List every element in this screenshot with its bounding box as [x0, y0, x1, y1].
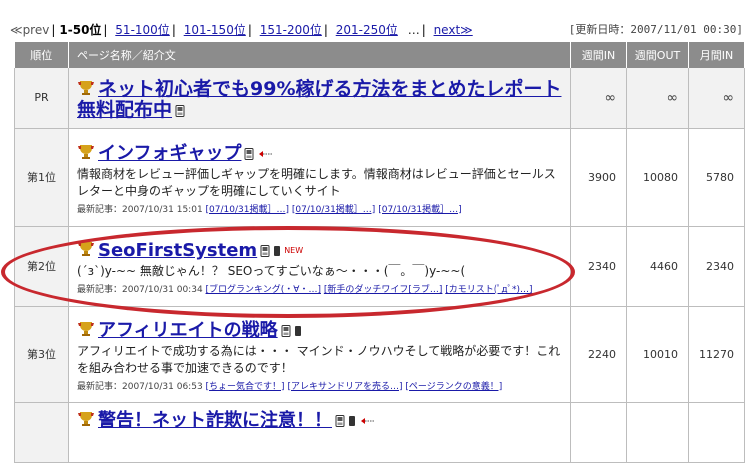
mobile-icon [175, 104, 185, 117]
site-title-link[interactable]: 警告！ネット詐欺に注意！！ [98, 410, 332, 431]
rank-cell: PR [14, 68, 69, 129]
mobile-icon [244, 147, 254, 160]
site-description: 情報商材をレビュー評価しギャップを明確にします。情報商材はレビュー評価とセールス… [77, 166, 556, 198]
page-cell: ネット初心者でも99%稼げる方法をまとめたレポート無料配布中 [68, 68, 571, 129]
site-description: アフィリエイトで成功する為には・・・ マインド・ノウハウそして戦略が必要です！こ… [77, 343, 561, 375]
new-icon: NEW [284, 246, 304, 255]
header-row: 順位 ページ名称／紹介文 週間IN 週間OUT 月間IN [14, 42, 745, 68]
page-cell: インフォギャップ 情報商材をレビュー評価しギャップを明確にします。情報商材はレビ… [68, 128, 571, 227]
site-title-link[interactable]: インフォギャップ [98, 143, 241, 164]
article-link[interactable]: [カモリスト(ﾟдﾟ*)…] [445, 285, 532, 295]
rank-cell: 第3位 [14, 306, 69, 403]
col-page: ページ名称／紹介文 [68, 42, 571, 68]
article-link[interactable]: [07/10/31掲載］…] [378, 205, 461, 215]
weekly-in-cell: ∞ [570, 68, 627, 129]
table-row: 第3位 アフィリエイトの戦略 アフィリエイトで成功する為には・・・ マインド・ノ… [14, 306, 745, 403]
site-title-link[interactable]: SeoFirstSystem [98, 240, 257, 261]
prev-link[interactable]: ≪prev [10, 23, 49, 37]
article-link[interactable]: [07/10/31掲載］…] [206, 205, 289, 215]
weekly-in-cell: 2340 [570, 226, 627, 307]
arrow-icon [361, 417, 374, 424]
article-link[interactable]: [新手のダッチワイフ[ラブ…] [324, 285, 443, 295]
ranking-table: 順位 ページ名称／紹介文 週間IN 週間OUT 月間IN PR ネット初心者でも… [14, 42, 745, 463]
weekly-in-cell: 3900 [570, 128, 627, 227]
site-title-link[interactable]: ネット初心者でも99%稼げる方法をまとめたレポート無料配布中 [77, 78, 561, 121]
page-link-201-250[interactable]: 201-250位 [336, 23, 398, 37]
monthly-in-cell [688, 402, 745, 463]
weekly-out-cell: 4460 [626, 226, 689, 307]
trophy-icon [78, 321, 94, 336]
page-cell: アフィリエイトの戦略 アフィリエイトで成功する為には・・・ マインド・ノウハウそ… [68, 306, 571, 403]
rank-cell: 第2位 [14, 226, 69, 307]
top-bar: ≪prev | 1-50位 | 51-100位 | 101-150位 | 151-200位… [0, 0, 751, 40]
article-link[interactable]: [ちょー気合です！] [206, 382, 285, 392]
weekly-out-cell: ∞ [626, 68, 689, 129]
page-cell: SeoFirstSystem NEW (´з`)y-~~ 無敵じゃん！？ SEOっ… [68, 226, 571, 307]
mobile-icon [335, 414, 345, 427]
weekly-in-cell [570, 402, 627, 463]
article-link[interactable]: [07/10/31掲載］…] [292, 205, 375, 215]
monthly-in-cell: ∞ [688, 68, 745, 129]
pagination: ≪prev | 1-50位 | 51-100位 | 101-150位 | 151-200位… [10, 23, 473, 37]
rank-cell [14, 402, 69, 463]
article-link[interactable]: [アレキサンドリアを売る…] [287, 382, 402, 392]
latest-articles: 最新記事：2007/10/31 06:53 [ちょー気合です！] [アレキサンド… [77, 379, 564, 392]
table-row: PR ネット初心者でも99%稼げる方法をまとめたレポート無料配布中 ∞ ∞ ∞ [14, 68, 745, 129]
trophy-icon [78, 144, 94, 159]
page-cell: 警告！ネット詐欺に注意！！ [68, 402, 571, 463]
page-link-51-100[interactable]: 51-100位 [115, 23, 170, 37]
mobile-icon [281, 324, 291, 337]
monthly-in-cell: 2340 [688, 226, 745, 307]
weekly-out-cell [626, 402, 689, 463]
table-row: 第1位 インフォギャップ 情報商材をレビュー評価しギャップを明確にします。情報商… [14, 128, 745, 227]
next-link[interactable]: next≫ [434, 23, 473, 37]
weekly-out-cell: 10010 [626, 306, 689, 403]
current-page: 1-50位 [59, 23, 102, 37]
mobile-icon [294, 325, 301, 336]
col-weekly-in: 週間IN [570, 42, 627, 68]
articles-label: 最新記事：2007/10/31 15:01 [77, 204, 203, 215]
article-link[interactable]: [ページランクの意義！] [405, 382, 502, 392]
site-description: (´з`)y-~~ 無敵じゃん！？ SEOってすごいなぁ～・・・(￣。￣)y-~… [77, 264, 466, 278]
monthly-in-cell: 11270 [688, 306, 745, 403]
col-rank: 順位 [14, 42, 69, 68]
trophy-icon [78, 80, 94, 95]
weekly-out-cell: 10080 [626, 128, 689, 227]
mobile-icon [260, 245, 270, 257]
articles-label: 最新記事：2007/10/31 00:34 [77, 285, 203, 295]
col-weekly-out: 週間OUT [626, 42, 689, 68]
latest-articles: 最新記事：2007/10/31 00:34 [ブログランキング(・∀・…] [新… [77, 282, 564, 295]
ellipsis: … [407, 23, 420, 37]
table-row: 第2位 SeoFirstSystem NEW (´з`)y-~~ 無敵じゃん！？ … [14, 226, 745, 307]
latest-articles: 最新記事：2007/10/31 15:01 [07/10/31掲載］…] [07… [77, 202, 564, 215]
updated-date: [更新日時：2007/11/01 00:30] [568, 23, 743, 36]
site-title-link[interactable]: アフィリエイトの戦略 [98, 320, 278, 341]
arrow-icon [259, 150, 273, 157]
rank-cell: 第1位 [14, 128, 69, 227]
weekly-in-cell: 2240 [570, 306, 627, 403]
page-link-101-150[interactable]: 101-150位 [184, 23, 246, 37]
articles-label: 最新記事：2007/10/31 06:53 [77, 381, 203, 392]
page-link-151-200[interactable]: 151-200位 [260, 23, 322, 37]
mobile-icon [274, 246, 281, 256]
trophy-icon [78, 411, 94, 426]
col-monthly-in: 月間IN [688, 42, 745, 68]
article-link[interactable]: [ブログランキング(・∀・…] [206, 285, 321, 295]
trophy-icon [78, 242, 94, 256]
monthly-in-cell: 5780 [688, 128, 745, 227]
mobile-icon [349, 415, 355, 426]
table-row: 警告！ネット詐欺に注意！！ [14, 402, 745, 463]
